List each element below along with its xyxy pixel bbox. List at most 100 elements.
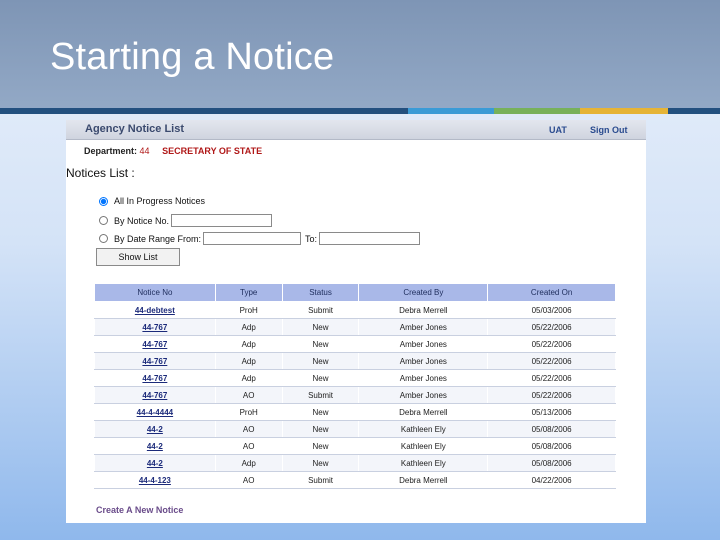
table-cell: New [281, 318, 360, 336]
table-cell: 44-debtest [94, 301, 216, 319]
notice-number-link[interactable]: 44-2 [147, 425, 163, 434]
table-row: 44-4-123 AO Submit Debra Merrell 04/22/2006 [94, 471, 616, 489]
table-cell: Adp [214, 369, 283, 387]
notice-number-link[interactable]: 44-2 [147, 442, 163, 451]
notice-number-link[interactable]: 44-4-123 [139, 476, 171, 485]
table-cell: ProH [214, 403, 283, 421]
app-screenshot: Agency Notice List UAT Sign Out Departme… [66, 120, 646, 523]
table-row: 44-debtest ProH Submit Debra Merrell 05/03/2… [94, 301, 616, 319]
table-cell: 44-4-123 [94, 471, 216, 489]
notice-no-input[interactable] [171, 214, 273, 227]
table-cell: 44-767 [94, 369, 216, 387]
notice-number-link[interactable]: 44-767 [142, 391, 167, 400]
table-cell: New [281, 352, 360, 370]
table-cell: 05/22/2006 [487, 369, 616, 387]
accent-stripe [580, 108, 668, 114]
slide-header: Starting a Notice [0, 0, 720, 110]
filter-by-no-radio[interactable] [99, 216, 108, 225]
table-cell: 44-767 [94, 352, 216, 370]
department-name: SECRETARY OF STATE [162, 146, 263, 156]
table-cell: 44-767 [94, 386, 216, 404]
table-cell: Adp [214, 454, 283, 472]
table-cell: Submit [281, 386, 360, 404]
notices-list-label: Notices List : [66, 166, 135, 180]
column-header: Created On [487, 283, 616, 302]
table-cell: 05/22/2006 [487, 352, 616, 370]
table-header-row: Notice No Type Status Created By Created… [94, 283, 616, 302]
table-cell: Amber Jones [358, 318, 489, 336]
table-cell: Debra Merrell [358, 403, 489, 421]
column-header: Notice No [94, 283, 216, 302]
table-cell: 05/08/2006 [487, 437, 616, 455]
table-cell: Kathleen Ely [358, 437, 489, 455]
table-cell: 05/22/2006 [487, 318, 616, 336]
app-title: Agency Notice List [85, 123, 185, 135]
create-new-notice-link[interactable]: Create A New Notice [96, 505, 183, 515]
notice-number-link[interactable]: 44-767 [142, 340, 167, 349]
accent-stripe [494, 108, 580, 114]
filter-by-no-row: By Notice No. [99, 214, 273, 227]
table-cell: AO [214, 420, 283, 438]
department-code: 44 [139, 146, 150, 156]
column-header: Created By [358, 283, 489, 302]
table-cell: 44-4-4444 [94, 403, 216, 421]
table-cell: 05/08/2006 [487, 454, 616, 472]
filter-by-date-label: By Date Range From: [114, 233, 202, 244]
table-cell: Adp [214, 352, 283, 370]
notice-number-link[interactable]: 44-4-4444 [137, 408, 173, 417]
notice-number-link[interactable]: 44-767 [142, 357, 167, 366]
table-cell: Debra Merrell [358, 471, 489, 489]
filter-by-no-label: By Notice No. [114, 215, 170, 226]
table-cell: New [281, 369, 360, 387]
table-cell: Amber Jones [358, 352, 489, 370]
department-label: Department: [84, 146, 138, 156]
table-row: 44-2 Adp New Kathleen Ely 05/08/2006 [94, 454, 616, 472]
show-list-button[interactable]: Show List [96, 248, 180, 266]
notices-table: Notice No Type Status Created By Created… [94, 283, 616, 489]
table-cell: 05/13/2006 [487, 403, 616, 421]
accent-stripe [408, 108, 494, 114]
accent-stripe [668, 108, 720, 114]
table-cell: ProH [214, 301, 283, 319]
table-row: 44-2 AO New Kathleen Ely 05/08/2006 [94, 437, 616, 455]
notice-number-link[interactable]: 44-2 [147, 459, 163, 468]
table-cell: Adp [214, 318, 283, 336]
notice-number-link[interactable]: 44-debtest [135, 306, 175, 315]
table-cell: 44-2 [94, 454, 216, 472]
table-row: 44-767 Adp New Amber Jones 05/22/2006 [94, 352, 616, 370]
table-cell: 44-2 [94, 420, 216, 438]
table-cell: Kathleen Ely [358, 454, 489, 472]
sign-out-link[interactable]: Sign Out [590, 125, 628, 135]
table-cell: New [281, 454, 360, 472]
filter-all-row: All In Progress Notices [99, 196, 207, 206]
app-title-bar: Agency Notice List UAT Sign Out [66, 120, 646, 140]
filter-by-date-radio[interactable] [99, 234, 108, 243]
table-cell: Debra Merrell [358, 301, 489, 319]
table-cell: AO [214, 386, 283, 404]
table-cell: 44-767 [94, 335, 216, 353]
table-cell: New [281, 335, 360, 353]
table-cell: Kathleen Ely [358, 420, 489, 438]
table-cell: 04/22/2006 [487, 471, 616, 489]
table-cell: New [281, 420, 360, 438]
table-cell: Adp [214, 335, 283, 353]
filter-all-radio[interactable] [99, 196, 108, 206]
table-cell: 05/03/2006 [487, 301, 616, 319]
column-header: Type [214, 283, 283, 302]
date-to-input[interactable] [319, 232, 421, 245]
notice-number-link[interactable]: 44-767 [142, 374, 167, 383]
table-row: 44-4-4444 ProH New Debra Merrell 05/13/2006 [94, 403, 616, 421]
table-cell: AO [214, 471, 283, 489]
table-cell: 05/22/2006 [487, 335, 616, 353]
filter-all-label: All In Progress Notices [114, 196, 206, 206]
table-cell: Amber Jones [358, 335, 489, 353]
notice-number-link[interactable]: 44-767 [142, 323, 167, 332]
filter-by-date-row: By Date Range From: To: [99, 232, 421, 245]
table-row: 44-767 Adp New Amber Jones 05/22/2006 [94, 318, 616, 336]
slide-title: Starting a Notice [50, 36, 335, 78]
accent-stripe [0, 108, 408, 114]
table-row: 44-767 AO Submit Amber Jones 05/22/2006 [94, 386, 616, 404]
date-from-input[interactable] [203, 232, 302, 245]
department-line: Department: 44 SECRETARY OF STATE [84, 146, 262, 156]
table-cell: New [281, 437, 360, 455]
